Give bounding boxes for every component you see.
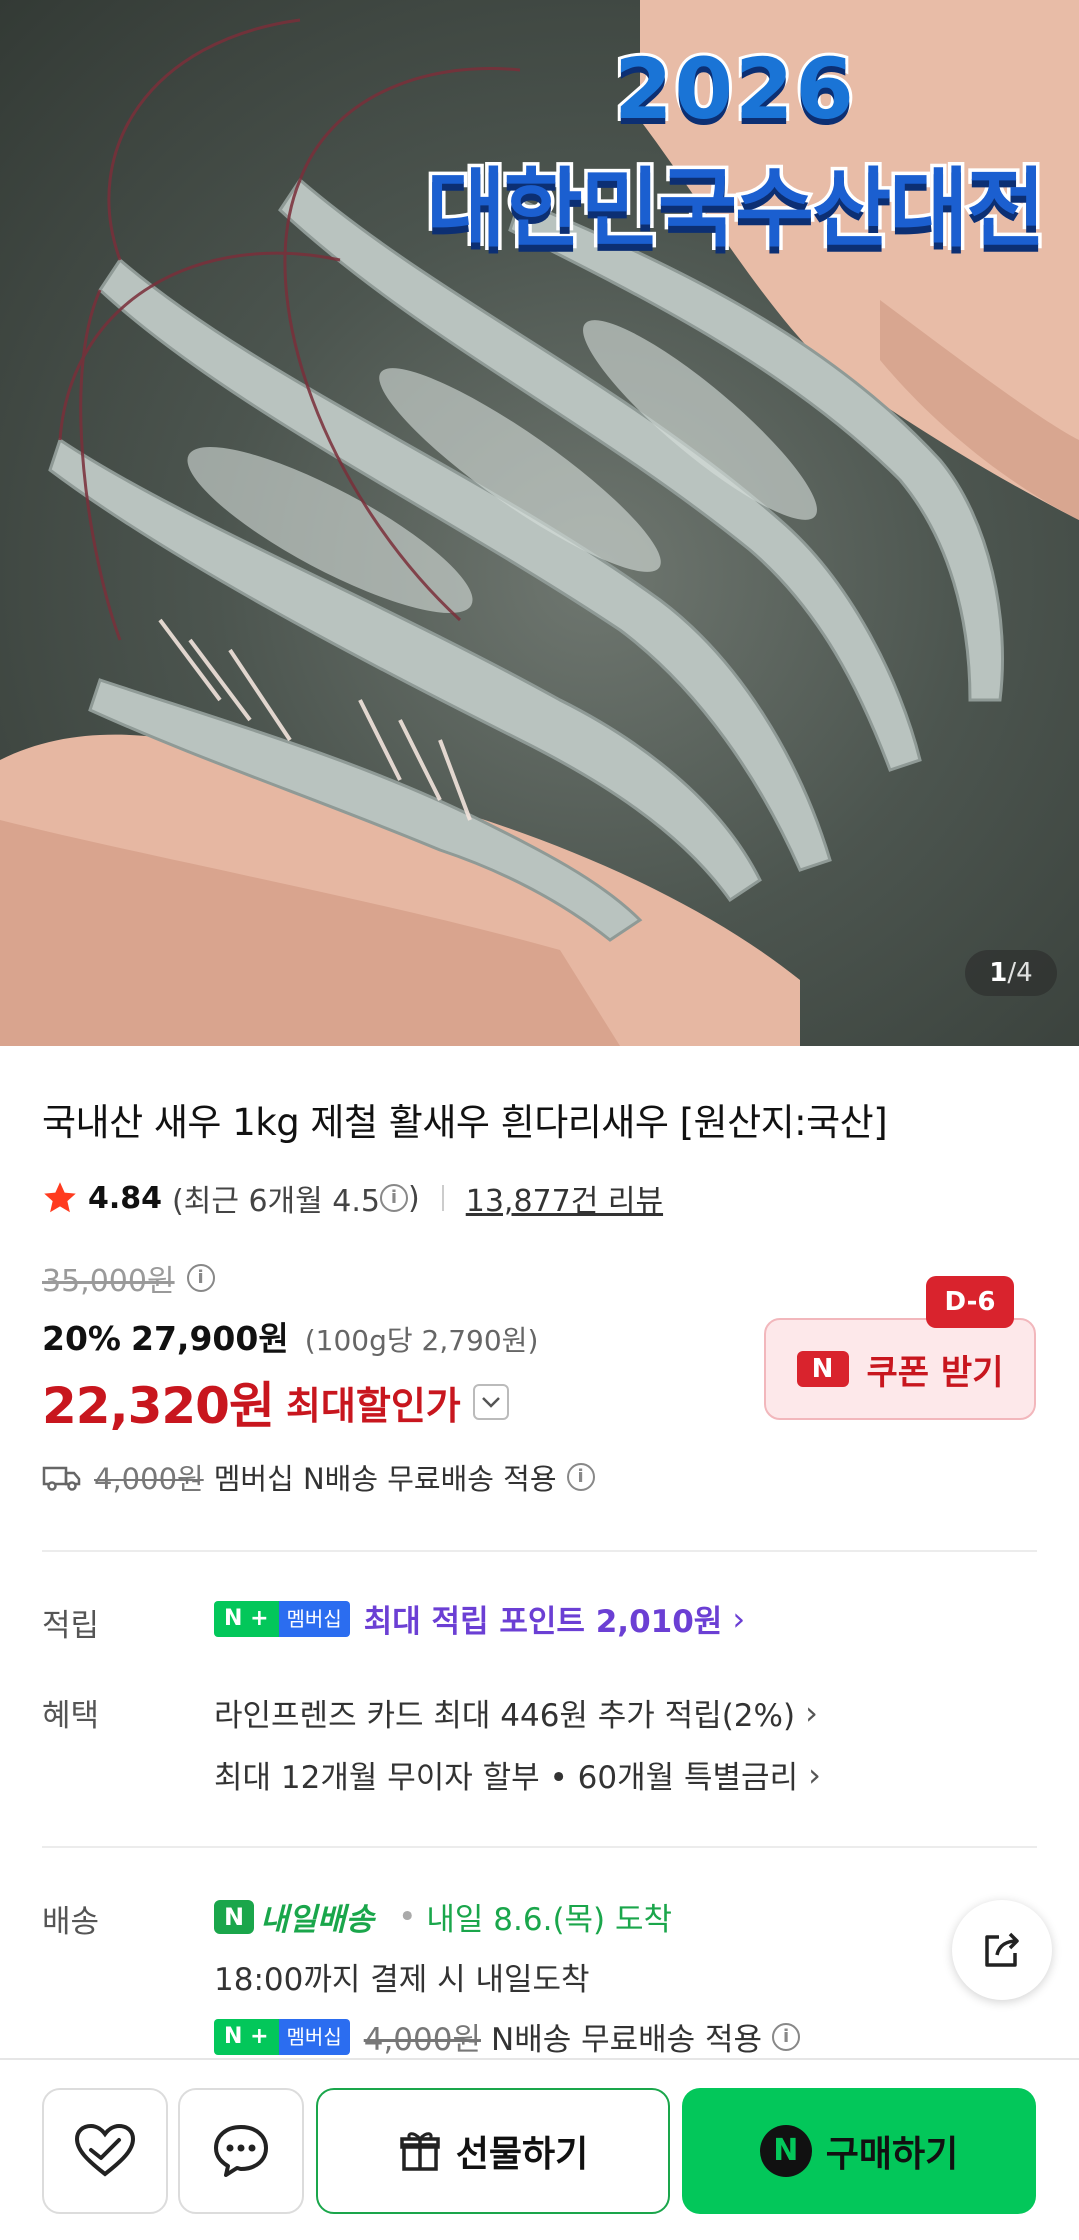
original-price: 35,000원: [42, 1264, 175, 1299]
bottom-action-bar: 선물하기 N 구매하기: [0, 2058, 1079, 2240]
gift-button[interactable]: 선물하기: [316, 2088, 670, 2214]
tomorrow-delivery-logo: N 내일배송: [214, 1894, 374, 1939]
arrival-text: 내일 8.6.(목) 도착: [426, 1902, 673, 1938]
discount-price: 27,900원: [131, 1319, 289, 1358]
info-icon[interactable]: i: [566, 1463, 595, 1491]
banner-title: 대한민국수산대전: [423, 156, 1049, 263]
naver-plus-membership-badge: N + 멤버십: [214, 2018, 350, 2055]
dot-separator: •: [398, 1898, 417, 1935]
discount-percent: 20%: [42, 1319, 121, 1358]
delivery-original-fee: 4,000원: [363, 2022, 481, 2058]
shipping-free-text: 멤버십 N배송 무료배송 적용: [213, 1462, 557, 1496]
points-row[interactable]: N + 멤버십 최대 적립 포인트 2,010원 ›: [214, 1596, 745, 1641]
naver-pay-n-logo: N: [759, 2125, 812, 2177]
tomorrow-delivery-row: N 내일배송 • 내일 8.6.(목) 도착: [214, 1894, 672, 1939]
image-counter-current: 1: [989, 958, 1008, 988]
rating-row: 4.84 (최근 6개월 4.5 i ) 13,877건 리뷰: [42, 1176, 663, 1220]
coupon-label: 쿠폰 받기: [866, 1352, 1004, 1393]
discount-row: 20% 27,900원 (100g당 2,790원): [42, 1312, 538, 1360]
naver-plus-membership-badge: N + 멤버십: [214, 1600, 350, 1637]
cutoff-text: 18:00까지 결제 시 내일도착: [214, 1962, 590, 1998]
original-price-row: 35,000원 i: [42, 1256, 215, 1300]
truck-icon: [42, 1466, 81, 1491]
benefits-label: 혜택: [42, 1698, 100, 1734]
tomorrow-n: N: [214, 1899, 254, 1934]
chevron-right-icon: ›: [805, 1693, 818, 1732]
membership-nplus: N +: [214, 1600, 279, 1637]
product-page: 2026 대한민국수산대전 1/4 국내산 새우 1kg 제철 활새우 흰다리새…: [0, 0, 1079, 2240]
final-price: 22,320원: [42, 1377, 275, 1435]
delivery-label: 배송: [42, 1904, 100, 1940]
naver-n-logo: N: [796, 1351, 849, 1387]
chat-button[interactable]: [178, 2088, 304, 2214]
info-icon[interactable]: i: [186, 1264, 215, 1292]
max-points-text: 최대 적립 포인트 2,010원: [363, 1604, 723, 1640]
chevron-down-icon[interactable]: [472, 1384, 509, 1420]
membership-text: 멤버십: [278, 2018, 350, 2055]
membership-nplus: N +: [214, 2018, 279, 2055]
info-icon[interactable]: i: [772, 2022, 801, 2051]
image-counter: 1/4: [965, 950, 1057, 996]
chevron-right-icon: ›: [808, 1755, 821, 1794]
buy-button[interactable]: N 구매하기: [682, 2088, 1036, 2214]
share-button[interactable]: [952, 1900, 1052, 2000]
shipping-summary: 4,000원 멤버십 N배송 무료배송 적용 i: [42, 1456, 595, 1498]
event-banner: 2026 대한민국수산대전: [423, 20, 1049, 280]
buy-label: 구매하기: [825, 2134, 959, 2175]
chevron-right-icon: ›: [732, 1599, 746, 1638]
unit-price: (100g당 2,790원): [304, 1324, 539, 1357]
star-icon: [44, 1182, 76, 1213]
recent-rating: (최근 6개월 4.5: [172, 1184, 381, 1219]
points-label: 적립: [42, 1608, 100, 1644]
final-price-row[interactable]: 22,320원 최대할인가: [42, 1366, 509, 1438]
final-price-label: 최대할인가: [285, 1383, 461, 1428]
delivery-fee-row: N + 멤버십 4,000원 N배송 무료배송 적용 i: [214, 2014, 801, 2059]
gift-icon: [400, 2132, 440, 2171]
rating-value: 4.84: [88, 1180, 163, 1216]
banner-year: 2026: [611, 37, 857, 141]
benefit-installment-text: 최대 12개월 무이자 할부 • 60개월 특별금리: [214, 1760, 799, 1796]
review-count-link[interactable]: 13,877건 리뷰: [466, 1176, 663, 1220]
product-title: 국내산 새우 1kg 제철 활새우 흰다리새우 [원산지:국산]: [42, 1101, 888, 1144]
heart-check-icon: [74, 2123, 136, 2177]
section-divider: [42, 1550, 1037, 1552]
recent-rating-close: ): [408, 1180, 420, 1216]
delivery-free-text: N배송 무료배송 적용: [491, 2022, 763, 2058]
info-icon[interactable]: i: [380, 1184, 409, 1212]
chat-icon: [214, 2125, 268, 2177]
share-icon: [985, 1932, 1019, 1967]
image-counter-separator: /: [1007, 958, 1017, 988]
rating-divider: [441, 1185, 444, 1211]
coupon-dday-badge: D-6: [926, 1276, 1014, 1328]
benefit-installment-row[interactable]: 최대 12개월 무이자 할부 • 60개월 특별금리 ›: [214, 1752, 821, 1797]
section-divider: [42, 1846, 1037, 1848]
product-image[interactable]: 2026 대한민국수산대전 1/4: [0, 0, 1079, 1046]
shipping-original-fee: 4,000원: [94, 1462, 204, 1496]
cutoff-row: 18:00까지 결제 시 내일도착: [214, 1954, 590, 1999]
benefit-card-row[interactable]: 라인프렌즈 카드 최대 446원 추가 적립(2%) ›: [214, 1690, 818, 1735]
benefit-card-text: 라인프렌즈 카드 최대 446원 추가 적립(2%): [214, 1698, 796, 1734]
image-counter-total: 4: [1016, 958, 1033, 988]
coupon-button[interactable]: N 쿠폰 받기: [764, 1318, 1036, 1420]
gift-label: 선물하기: [455, 2134, 589, 2175]
wishlist-button[interactable]: [42, 2088, 168, 2214]
tomorrow-label: 내일배송: [260, 1902, 375, 1938]
membership-text: 멤버십: [278, 1600, 350, 1637]
